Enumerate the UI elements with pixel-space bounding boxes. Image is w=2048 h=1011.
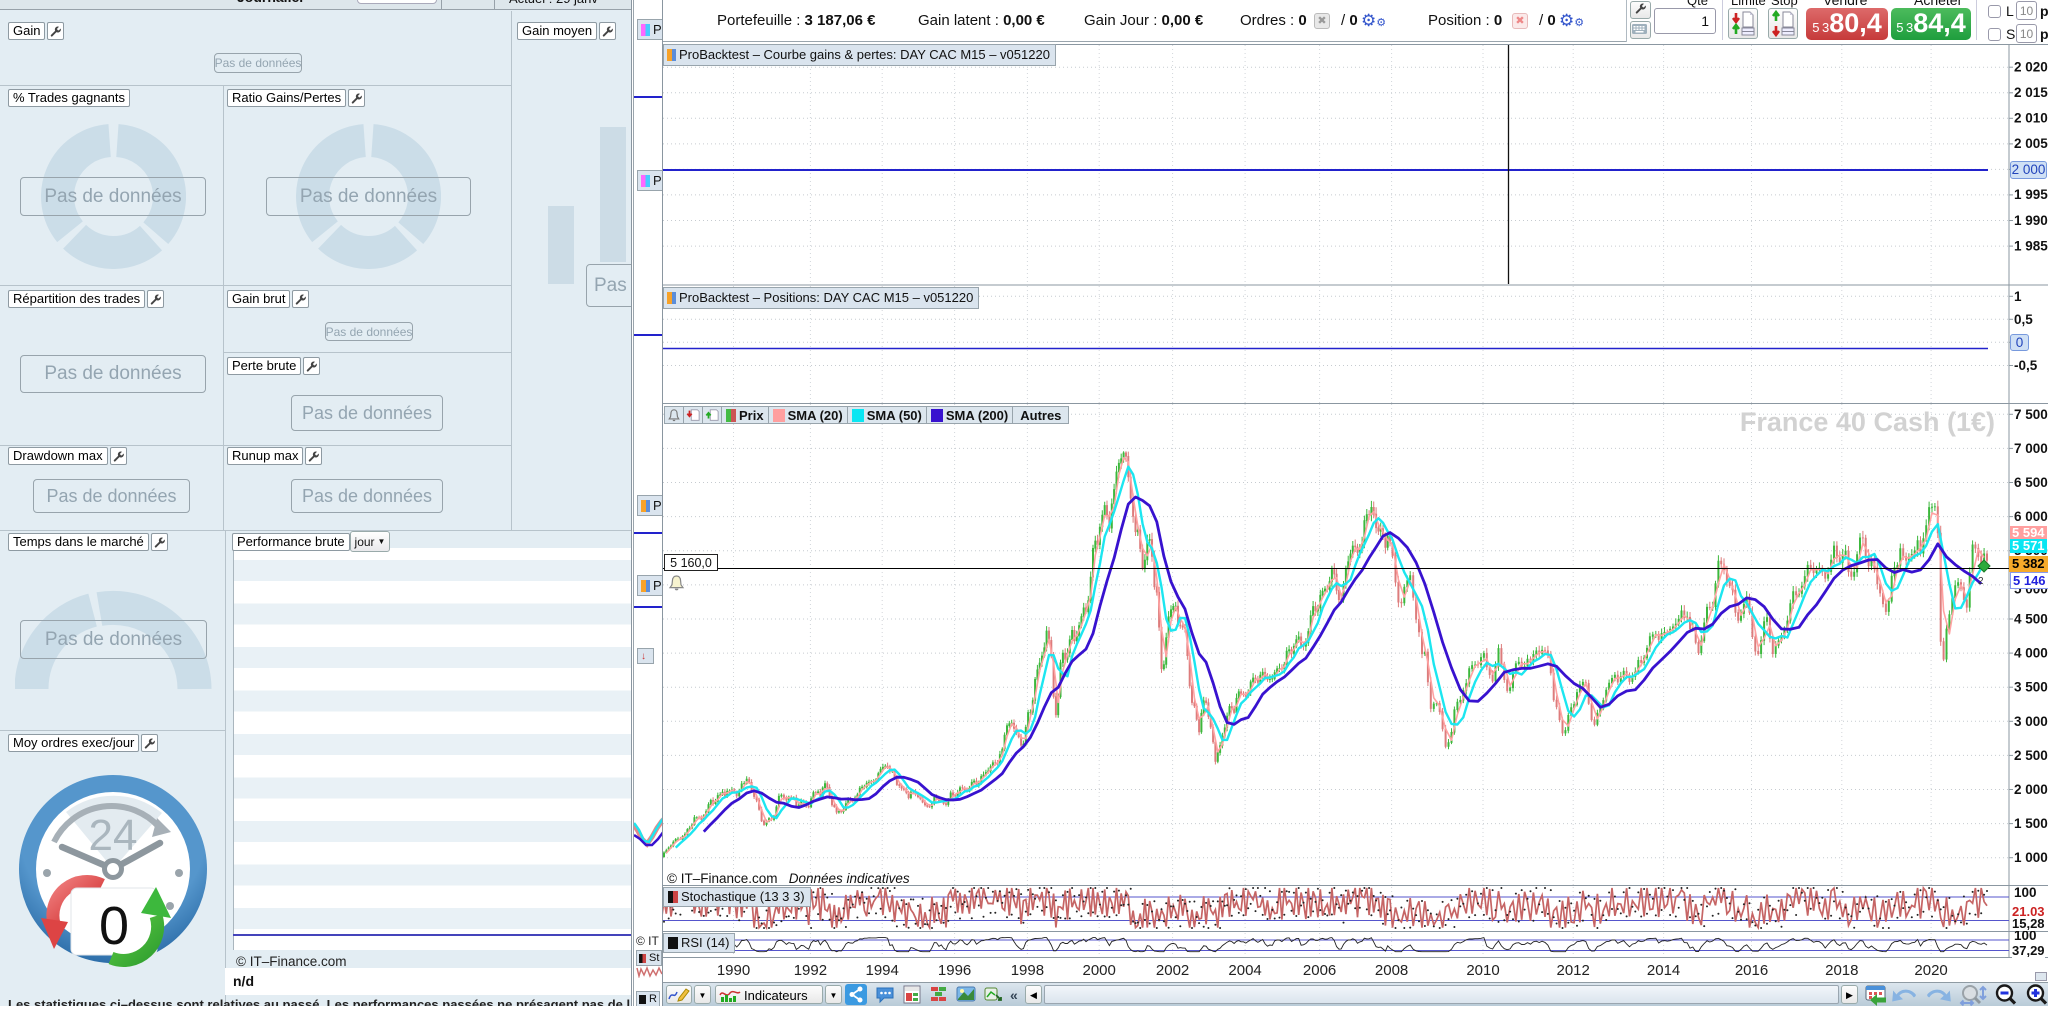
svg-text:2018: 2018 [1825,962,1858,979]
svg-text:4 500: 4 500 [2014,612,2048,627]
svg-text:7 500: 7 500 [2014,407,2048,422]
svg-text:France 40 Cash (1€): France 40 Cash (1€) [1740,407,1995,437]
svg-text:1992: 1992 [794,962,827,979]
svg-text:1: 1 [2014,289,2022,304]
svg-text:1990: 1990 [717,962,750,979]
svg-text:2020: 2020 [1914,962,1947,979]
svg-text:2002: 2002 [1156,962,1189,979]
svg-text:6 000: 6 000 [2014,509,2048,524]
svg-text:2008: 2008 [1375,962,1408,979]
svg-text:2010: 2010 [1466,962,1499,979]
svg-text:2 020: 2 020 [2014,60,2048,75]
svg-text:1 000: 1 000 [2014,850,2048,865]
svg-text:2 015: 2 015 [2014,85,2048,100]
svg-text:2012: 2012 [1557,962,1590,979]
svg-text:2 500: 2 500 [2014,748,2048,763]
svg-text:24: 24 [89,811,138,860]
svg-text:2000: 2000 [1083,962,1116,979]
svg-text:2 000: 2 000 [2014,782,2048,797]
svg-text:0: 0 [99,896,129,956]
svg-text:2 010: 2 010 [2014,111,2048,126]
svg-text:0,5: 0,5 [2014,312,2033,327]
svg-text:2014: 2014 [1647,962,1680,979]
svg-text:6 500: 6 500 [2014,475,2048,490]
svg-text:1 985: 1 985 [2014,238,2048,253]
svg-text:2016: 2016 [1735,962,1768,979]
svg-text:1 995: 1 995 [2014,187,2048,202]
svg-text:2006: 2006 [1303,962,1336,979]
svg-text:2004: 2004 [1228,962,1261,979]
svg-text:4 000: 4 000 [2014,646,2048,661]
svg-text:1996: 1996 [938,962,971,979]
svg-text:-0,5: -0,5 [2014,358,2038,373]
svg-text:7 000: 7 000 [2014,441,2048,456]
svg-text:2 005: 2 005 [2014,136,2048,151]
svg-text:3 500: 3 500 [2014,680,2048,695]
svg-text:3 000: 3 000 [2014,714,2048,729]
svg-text:1998: 1998 [1011,962,1044,979]
svg-text:2: 2 [1978,576,1984,587]
svg-text:100: 100 [2014,885,2037,900]
svg-text:1 990: 1 990 [2014,213,2048,228]
svg-text:1994: 1994 [866,962,899,979]
svg-text:1 500: 1 500 [2014,816,2048,831]
